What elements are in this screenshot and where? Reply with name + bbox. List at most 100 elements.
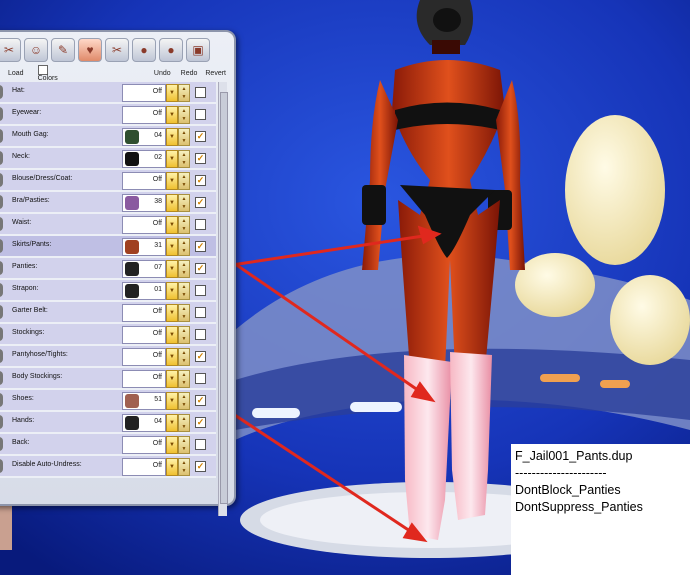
spinner-down-icon[interactable]: ▼ [179,181,189,189]
spinner-down-icon[interactable]: ▼ [179,159,189,167]
dropdown-arrow-icon[interactable]: ▼ [166,370,178,388]
hair-icon[interactable]: ✂ [0,38,21,62]
spinner-up-icon[interactable]: ▲ [179,283,189,291]
scrollbar[interactable] [218,82,228,516]
spinner-up-icon[interactable]: ▲ [179,129,189,137]
spinner-down-icon[interactable]: ▼ [179,423,189,431]
spinner-down-icon[interactable]: ▼ [179,115,189,123]
slot-spinner[interactable]: ▲ ▼ [178,150,190,168]
slot-spinner[interactable]: ▲ ▼ [178,392,190,410]
spinner-down-icon[interactable]: ▼ [179,357,189,365]
slot-spinner[interactable]: ▲ ▼ [178,458,190,476]
dropdown-arrow-icon[interactable]: ▼ [166,216,178,234]
dropdown-arrow-icon[interactable]: ▼ [166,194,178,212]
slot-selector[interactable]: Off [122,106,166,124]
spinner-down-icon[interactable]: ▼ [179,445,189,453]
slot-checkbox[interactable] [195,307,206,318]
dropdown-arrow-icon[interactable]: ▼ [166,106,178,124]
slot-checkbox[interactable]: ✓ [195,175,206,186]
makeup-icon[interactable]: ✎ [51,38,75,62]
slot-selector[interactable]: 01 [122,282,166,300]
dropdown-arrow-icon[interactable]: ▼ [166,260,178,278]
redo-button[interactable]: Redo [181,70,198,77]
slot-selector[interactable]: Off [122,436,166,454]
spinner-down-icon[interactable]: ▼ [179,269,189,277]
dropdown-arrow-icon[interactable]: ▼ [166,458,178,476]
spinner-up-icon[interactable]: ▲ [179,85,189,93]
spinner-down-icon[interactable]: ▼ [179,313,189,321]
spinner-down-icon[interactable]: ▼ [179,335,189,343]
slot-selector[interactable]: 51 [122,392,166,410]
slot-checkbox[interactable]: ✓ [195,153,206,164]
scissors-icon[interactable]: ✂ [105,38,129,62]
dropdown-arrow-icon[interactable]: ▼ [166,84,178,102]
slot-selector[interactable]: Off [122,84,166,102]
slot-selector[interactable]: 38 [122,194,166,212]
slot-spinner[interactable]: ▲ ▼ [178,436,190,454]
spinner-down-icon[interactable]: ▼ [179,379,189,387]
slot-spinner[interactable]: ▲ ▼ [178,304,190,322]
spinner-up-icon[interactable]: ▲ [179,305,189,313]
slot-checkbox[interactable]: ✓ [195,241,206,252]
spinner-down-icon[interactable]: ▼ [179,291,189,299]
slot-selector[interactable]: Off [122,216,166,234]
slot-selector[interactable]: 02 [122,150,166,168]
dropdown-arrow-icon[interactable]: ▼ [166,392,178,410]
figure-icon[interactable]: ☺ [24,38,48,62]
slot-spinner[interactable]: ▲ ▼ [178,216,190,234]
spinner-up-icon[interactable]: ▲ [179,107,189,115]
slot-spinner[interactable]: ▲ ▼ [178,414,190,432]
slot-spinner[interactable]: ▲ ▼ [178,194,190,212]
dropdown-arrow-icon[interactable]: ▼ [166,414,178,432]
scrollbar-thumb[interactable] [220,92,228,504]
head-alt-icon[interactable]: ● [159,38,183,62]
slot-checkbox[interactable]: ✓ [195,263,206,274]
slot-selector[interactable]: Off [122,370,166,388]
slot-checkbox[interactable]: ✓ [195,395,206,406]
slot-spinner[interactable]: ▲ ▼ [178,172,190,190]
undo-button[interactable]: Undo [154,70,171,77]
slot-selector[interactable]: Off [122,172,166,190]
spinner-down-icon[interactable]: ▼ [179,247,189,255]
load-button[interactable]: Load [8,70,24,77]
spinner-down-icon[interactable]: ▼ [179,203,189,211]
slot-selector[interactable]: Off [122,304,166,322]
dropdown-arrow-icon[interactable]: ▼ [166,282,178,300]
head-icon[interactable]: ● [132,38,156,62]
slot-checkbox[interactable] [195,109,206,120]
slot-checkbox[interactable]: ✓ [195,197,206,208]
slot-selector[interactable]: 04 [122,128,166,146]
revert-button[interactable]: Revert [205,70,226,77]
spinner-up-icon[interactable]: ▲ [179,217,189,225]
spinner-up-icon[interactable]: ▲ [179,393,189,401]
slot-spinner[interactable]: ▲ ▼ [178,260,190,278]
slot-spinner[interactable]: ▲ ▼ [178,84,190,102]
slot-checkbox[interactable]: ✓ [195,461,206,472]
spinner-down-icon[interactable]: ▼ [179,93,189,101]
spinner-down-icon[interactable]: ▼ [179,137,189,145]
spinner-down-icon[interactable]: ▼ [179,467,189,475]
slot-checkbox[interactable] [195,373,206,384]
dropdown-arrow-icon[interactable]: ▼ [166,150,178,168]
spinner-up-icon[interactable]: ▲ [179,173,189,181]
slot-spinner[interactable]: ▲ ▼ [178,282,190,300]
spinner-up-icon[interactable]: ▲ [179,261,189,269]
slot-spinner[interactable]: ▲ ▼ [178,370,190,388]
spinner-up-icon[interactable]: ▲ [179,195,189,203]
dropdown-arrow-icon[interactable]: ▼ [166,304,178,322]
dropdown-arrow-icon[interactable]: ▼ [166,128,178,146]
slot-checkbox[interactable] [195,285,206,296]
dropdown-arrow-icon[interactable]: ▼ [166,238,178,256]
slot-checkbox[interactable]: ✓ [195,417,206,428]
spinner-up-icon[interactable]: ▲ [179,459,189,467]
dropdown-arrow-icon[interactable]: ▼ [166,436,178,454]
spinner-up-icon[interactable]: ▲ [179,349,189,357]
slot-selector[interactable]: Off [122,326,166,344]
spinner-up-icon[interactable]: ▲ [179,327,189,335]
spinner-down-icon[interactable]: ▼ [179,401,189,409]
slot-checkbox[interactable] [195,87,206,98]
slot-spinner[interactable]: ▲ ▼ [178,128,190,146]
spinner-up-icon[interactable]: ▲ [179,239,189,247]
slot-checkbox[interactable]: ✓ [195,351,206,362]
slot-spinner[interactable]: ▲ ▼ [178,348,190,366]
